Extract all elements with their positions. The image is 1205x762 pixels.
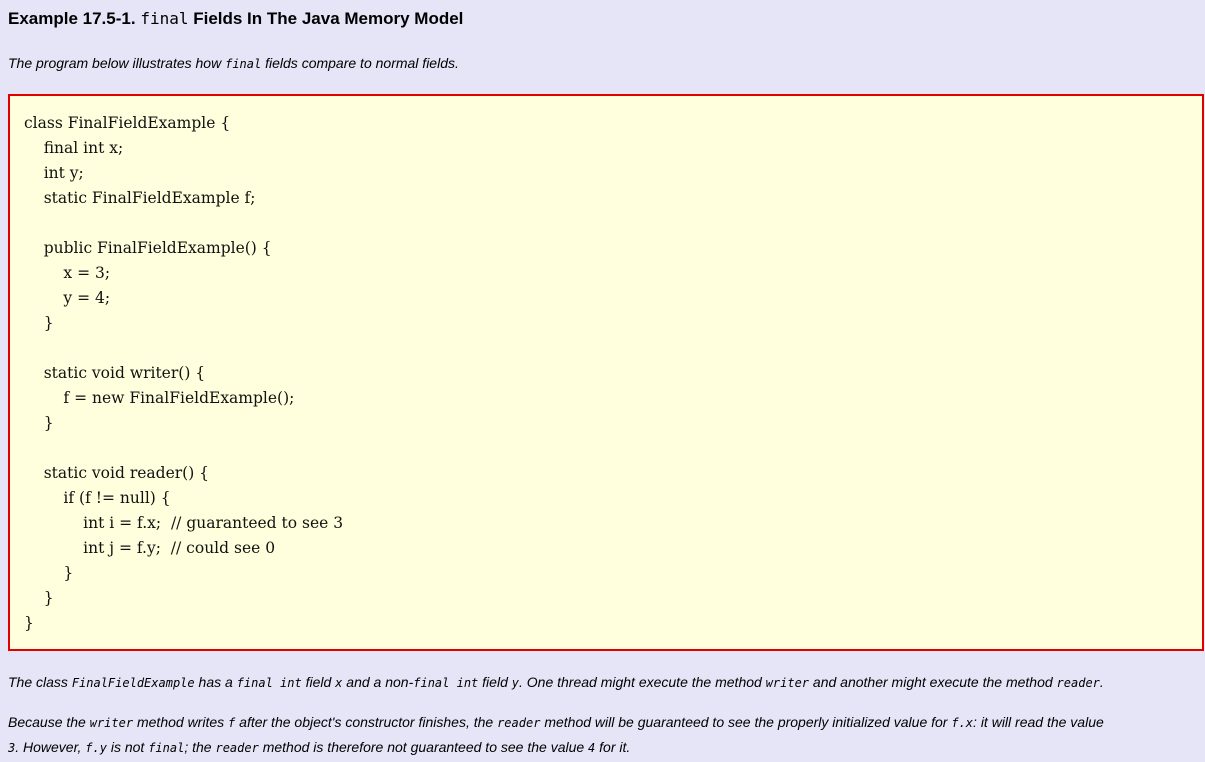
code-line: y = 4; xyxy=(24,289,111,307)
code-line: x = 3; xyxy=(24,264,111,282)
code-line: } xyxy=(24,414,54,432)
para1-code: writer xyxy=(765,676,810,690)
code-line: f = new FinalFieldExample(); xyxy=(24,389,295,407)
code-line: int y; xyxy=(24,164,84,182)
para1-text: . xyxy=(1099,674,1104,690)
code-line: final int x; xyxy=(24,139,124,157)
para1-text: . One thread might execute the method xyxy=(518,674,766,690)
para1-code: reader xyxy=(1056,676,1100,690)
example-title-prefix: Example 17.5-1. xyxy=(8,9,141,28)
para2-text: for it. xyxy=(595,739,631,755)
para2-text: method is therefore not guaranteed to se… xyxy=(258,739,589,755)
para2-text: : it will read the value xyxy=(973,714,1104,730)
para1-text: and a non- xyxy=(342,674,414,690)
code-line: static void reader() { xyxy=(24,464,210,482)
intro-text-after: fields compare to normal fields. xyxy=(261,55,459,71)
para2-text: ; the xyxy=(184,739,216,755)
para2-text: after the object's constructor finishes,… xyxy=(235,714,498,730)
code-line: } xyxy=(24,564,74,582)
para2-text: Because the xyxy=(8,714,90,730)
para2-code: final xyxy=(148,741,185,755)
para2-text: . However, xyxy=(15,739,86,755)
code-line: int j = f.y; // could see 0 xyxy=(24,539,276,557)
para1-text: field xyxy=(301,674,336,690)
example-title-suffix: Fields In The Java Memory Model xyxy=(188,9,464,28)
para1-text: The class xyxy=(8,674,72,690)
code-listing-box: class FinalFieldExample { final int x; i… xyxy=(8,94,1204,651)
para2-text: method writes xyxy=(133,714,229,730)
code-line: } xyxy=(24,314,54,332)
para2-code: reader xyxy=(215,741,259,755)
code-line: static void writer() { xyxy=(24,364,206,382)
para1-text: has a xyxy=(194,674,237,690)
para2-code: f.x xyxy=(951,716,974,730)
para1-code: y xyxy=(511,676,519,690)
code-line: int i = f.x; // guaranteed to see 3 xyxy=(24,514,344,532)
explanation-paragraph-2-continued: 3. However, f.y is not final; the reader… xyxy=(8,739,630,755)
code-line: } xyxy=(24,614,34,632)
para2-text: is not xyxy=(106,739,149,755)
para2-code: f.y xyxy=(85,741,107,755)
para1-text: and another might execute the method xyxy=(809,674,1057,690)
intro-text-before: The program below illustrates how xyxy=(8,55,226,71)
para2-text: method will be guaranteed to see the pro… xyxy=(540,714,952,730)
code-listing: class FinalFieldExample { final int x; i… xyxy=(24,111,343,636)
example-title-code: final xyxy=(140,9,189,28)
code-line: static FinalFieldExample f; xyxy=(24,189,256,207)
code-line: class FinalFieldExample { xyxy=(24,114,231,132)
para1-text: field xyxy=(478,674,512,690)
intro-paragraph: The program below illustrates how final … xyxy=(8,55,459,71)
para1-code: final int xyxy=(236,676,302,690)
para1-code: FinalFieldExample xyxy=(71,676,195,690)
explanation-paragraph-1: The class FinalFieldExample has a final … xyxy=(8,674,1104,690)
document-page: Example 17.5-1. final Fields In The Java… xyxy=(0,0,1205,762)
code-line: if (f != null) { xyxy=(24,489,171,507)
explanation-paragraph-2: Because the writer method writes f after… xyxy=(8,714,1104,730)
para1-code: final int xyxy=(413,676,479,690)
code-line: public FinalFieldExample() { xyxy=(24,239,272,257)
para2-code: reader xyxy=(497,716,541,730)
example-title: Example 17.5-1. final Fields In The Java… xyxy=(8,9,463,29)
code-line: } xyxy=(24,589,54,607)
para2-code: writer xyxy=(89,716,134,730)
intro-code: final xyxy=(225,57,262,71)
